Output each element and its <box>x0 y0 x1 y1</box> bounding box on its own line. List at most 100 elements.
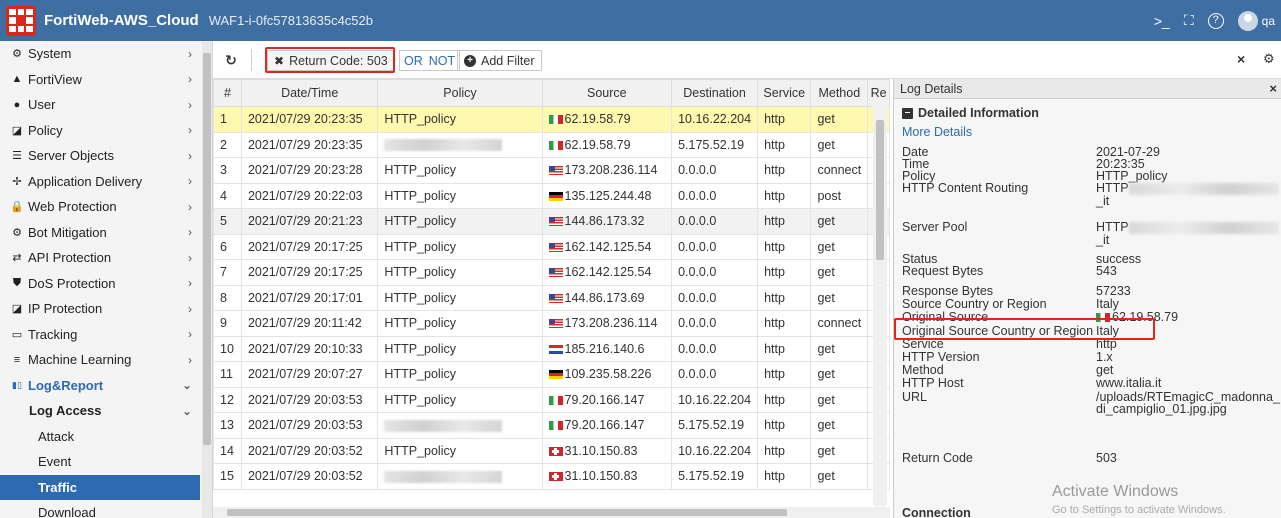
sidebar-item-download[interactable]: Download <box>0 500 200 518</box>
sidebar-item-label: FortiView <box>28 71 82 87</box>
source-ip: 31.10.150.83 <box>564 443 638 458</box>
column-header-date-time[interactable]: Date/Time <box>240 79 379 107</box>
service-cell: http <box>757 310 812 337</box>
table-row[interactable]: 13 2021/07/29 20:03:53 79.20.166.147 5.175.… <box>213 412 890 439</box>
collapse-icon[interactable]: – <box>902 107 913 119</box>
service-cell: http <box>757 233 812 260</box>
column-settings-icon[interactable]: ⚙ <box>1263 51 1275 67</box>
table-row[interactable]: 2 2021/07/29 20:23:35 62.19.58.79 5.175.52.… <box>213 131 890 158</box>
table-row[interactable]: 10 2021/07/29 20:10:33 HTTP_policy 185.216.… <box>213 335 890 362</box>
column-header-policy[interactable]: Policy <box>377 79 543 107</box>
field-value: get <box>1096 363 1114 377</box>
row-number: 14 <box>213 437 242 464</box>
table-row[interactable]: 7 2021/07/29 20:17:25 HTTP_policy 162.142.1… <box>213 259 890 286</box>
sidebar-item-web-protection[interactable]: 🔒 Web Protection › <box>0 194 200 220</box>
remove-filter-icon[interactable]: ✖ <box>274 54 284 68</box>
sidebar-item-machine-learning[interactable]: ≡ Machine Learning › <box>0 347 200 373</box>
table-row[interactable]: 15 2021/07/29 20:03:52 31.10.150.83 5.175.5… <box>213 463 890 490</box>
datetime-cell: 2021/07/29 20:03:52 <box>240 437 379 464</box>
user-name[interactable]: qa <box>1262 14 1275 28</box>
windows-activation-watermark: Activate Windows <box>1052 483 1179 500</box>
or-button[interactable]: OR <box>404 54 423 68</box>
chevron-right-icon: › <box>188 148 192 163</box>
sidebar-item-bot-mitigation[interactable]: ⚙ Bot Mitigation › <box>0 220 200 246</box>
row-number: 1 <box>213 106 242 133</box>
column-header-#[interactable]: # <box>213 79 242 107</box>
column-header-re[interactable]: Re <box>867 79 890 107</box>
cli-console-icon[interactable]: >_ <box>1154 13 1170 29</box>
method-cell: get <box>810 284 869 311</box>
close-icon[interactable]: × <box>1269 79 1277 99</box>
filter-chip[interactable]: ✖ Return Code: 503 <box>267 50 395 71</box>
field-value-wrap: 543 <box>1096 265 1281 278</box>
method-cell: get <box>810 208 869 235</box>
source-ip: 135.125.244.48 <box>564 188 652 203</box>
not-button[interactable]: NOT <box>429 54 455 68</box>
datetime-cell: 2021/07/29 20:03:52 <box>240 463 379 490</box>
sidebar-item-label: Policy <box>28 122 63 138</box>
destination-cell: 5.175.52.19 <box>671 131 759 158</box>
sidebar-item-api-protection[interactable]: ⇄ API Protection › <box>0 245 200 271</box>
table-row[interactable]: 4 2021/07/29 20:22:03 HTTP_policy 135.125.2… <box>213 182 890 209</box>
flag-ch-icon <box>548 472 563 482</box>
table-row[interactable]: 12 2021/07/29 20:03:53 HTTP_policy 79.20.16… <box>213 386 890 413</box>
sidebar-item-fortiview[interactable]: ▲ FortiView › <box>0 67 200 93</box>
table-row[interactable]: 3 2021/07/29 20:23:28 HTTP_policy 173.208.2… <box>213 157 890 184</box>
sidebar-item-dos-protection[interactable]: ⛊ DoS Protection › <box>0 271 200 297</box>
sidebar-item-event[interactable]: Event <box>0 449 200 475</box>
table-row[interactable]: 8 2021/07/29 20:17:01 HTTP_policy 144.86.17… <box>213 284 890 311</box>
table-row[interactable]: 1 2021/07/29 20:23:35 HTTP_policy 62.19.58.… <box>213 106 890 133</box>
table-row[interactable]: 6 2021/07/29 20:17:25 HTTP_policy 162.142.1… <box>213 233 890 260</box>
log-table: # Date/Time Policy Source Destination Service… <box>213 79 890 490</box>
destination-cell: 0.0.0.0 <box>671 233 759 260</box>
field-value-wrap: HTTP _it <box>1096 182 1281 207</box>
clear-filter-icon[interactable]: × <box>1237 51 1245 67</box>
sidebar-item-traffic[interactable]: Traffic <box>0 474 200 500</box>
policy-cell: HTTP_policy <box>377 437 543 464</box>
table-row[interactable]: 5 2021/07/29 20:21:23 HTTP_policy 144.86.17… <box>213 208 890 235</box>
fullscreen-icon[interactable]: ⛶ <box>1184 12 1194 29</box>
help-icon[interactable]: ? <box>1207 12 1224 29</box>
redacted-value <box>384 470 503 483</box>
method-cell: get <box>810 106 869 133</box>
sidebar-scrollbar[interactable] <box>202 41 212 518</box>
column-header-source[interactable]: Source <box>541 79 673 107</box>
table-row[interactable]: 11 2021/07/29 20:07:27 HTTP_policy 109.235.… <box>213 361 890 388</box>
source-ip: 162.142.125.54 <box>564 265 652 280</box>
user-avatar[interactable] <box>1237 10 1258 31</box>
sidebar-item-label: IP Protection <box>28 301 103 317</box>
table-horizontal-scrollbar[interactable] <box>213 507 890 518</box>
sidebar-item-application-delivery[interactable]: ✢ Application Delivery › <box>0 169 200 195</box>
more-details-link[interactable]: More Details <box>894 120 1281 139</box>
destination-cell: 0.0.0.0 <box>671 157 759 184</box>
column-header-destination[interactable]: Destination <box>671 79 759 107</box>
refresh-icon[interactable]: ↻ <box>221 50 241 70</box>
sidebar-item-tracking[interactable]: ▭ Tracking › <box>0 322 200 348</box>
column-header-service[interactable]: Service <box>757 79 812 107</box>
table-row[interactable]: 9 2021/07/29 20:11:42 HTTP_policy 173.208.2… <box>213 310 890 337</box>
logic-toggle[interactable]: OR NOT <box>399 50 461 71</box>
chevron-right-icon: › <box>188 250 192 265</box>
brand-title: FortiWeb-AWS_Cloud <box>44 12 199 29</box>
add-filter-button[interactable]: + Add Filter <box>457 50 542 71</box>
row-number: 7 <box>213 259 242 286</box>
field-value-wrap: success <box>1096 253 1281 266</box>
sidebar-item-server-objects[interactable]: ☰ Server Objects › <box>0 143 200 169</box>
field-key: Return Code <box>902 451 973 465</box>
table-row[interactable]: 14 2021/07/29 20:03:52 HTTP_policy 31.10.15… <box>213 437 890 464</box>
sidebar-item-attack[interactable]: Attack <box>0 424 200 450</box>
sidebar-item-label: Application Delivery <box>28 173 143 189</box>
method-cell: get <box>810 335 869 362</box>
sidebar-item-log-access[interactable]: Log Access ⌄ <box>0 398 200 424</box>
flag-it-icon <box>548 421 563 431</box>
column-header-method[interactable]: Method <box>810 79 869 107</box>
sidebar-item-system[interactable]: ⚙ System › <box>0 41 200 67</box>
field-value-wrap: Italy <box>1096 298 1281 311</box>
sidebar-item-log-report[interactable]: ▮▯ Log&Report ⌄ <box>0 373 200 399</box>
source-ip: 109.235.58.226 <box>564 367 652 382</box>
sidebar-item-policy[interactable]: ◪ Policy › <box>0 118 200 144</box>
sidebar-item-ip-protection[interactable]: ◪ IP Protection › <box>0 296 200 322</box>
sidebar-item-user[interactable]: ● User › <box>0 92 200 118</box>
detailed-information-section[interactable]: – Detailed Information <box>894 99 1281 120</box>
table-vertical-scrollbar[interactable] <box>873 106 887 506</box>
